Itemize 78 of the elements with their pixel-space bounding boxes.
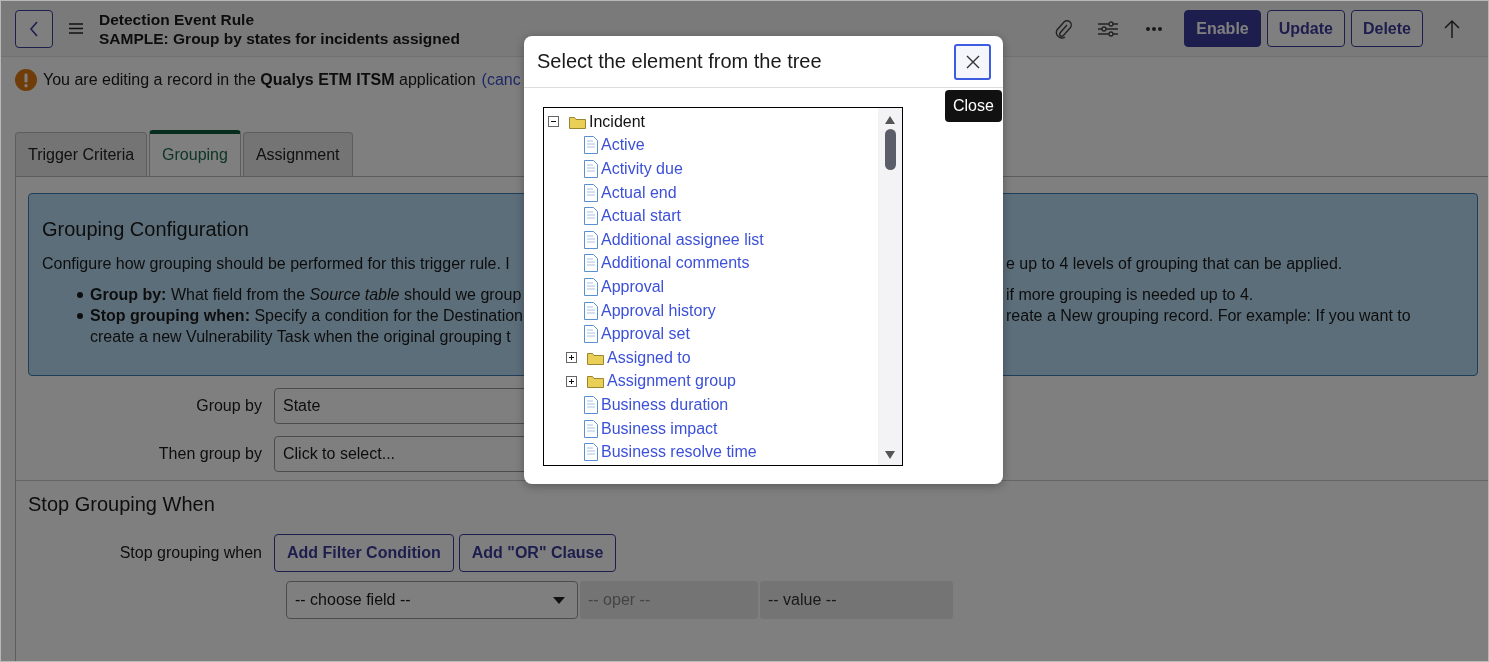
document-icon: [584, 183, 598, 202]
info-title: Grouping Configuration: [42, 218, 249, 241]
settings-sliders-icon[interactable]: [1098, 20, 1119, 37]
info-text: if more grouping is needed up to 4.: [1006, 286, 1254, 303]
folder-icon: [587, 374, 604, 389]
expander-icon[interactable]: [548, 116, 559, 128]
caret-icon: [553, 596, 565, 604]
record-title: SAMPLE: Group by states for incidents assigned: [99, 28, 460, 48]
tooltip: Close: [945, 90, 1002, 122]
document-icon: [584, 277, 598, 296]
tree-item[interactable]: Activity due: [601, 160, 683, 178]
tree-item[interactable]: Additional assignee list: [601, 230, 764, 249]
document-icon: [584, 325, 598, 344]
document-icon: [584, 419, 598, 438]
scrollbar-thumb[interactable]: [884, 129, 896, 170]
tree-item[interactable]: Additional comments: [601, 254, 750, 273]
tree-item[interactable]: Actual start: [601, 207, 682, 226]
tree-item[interactable]: Assigned to: [607, 348, 691, 367]
tree-item[interactable]: Business resolve time: [601, 443, 757, 462]
folder-icon: [587, 350, 604, 365]
header-action-button[interactable]: Delete: [1350, 10, 1423, 47]
info-text: Group by: What field from the Source table should we group: [90, 285, 522, 305]
info-text: create a new Vulnerability Task when the original grouping t: [90, 327, 511, 347]
tab[interactable]: Grouping: [149, 130, 241, 176]
tree-item[interactable]: Business duration: [601, 395, 729, 414]
expander-icon[interactable]: [566, 352, 577, 364]
document-icon: [584, 160, 598, 178]
expander-icon[interactable]: [566, 375, 577, 387]
arrow-up-icon[interactable]: [1444, 18, 1460, 39]
tree-item[interactable]: Actual end: [601, 183, 677, 202]
dialog-title: Select the element from the tree: [537, 50, 822, 73]
chevron-left-icon: [29, 20, 39, 37]
document-icon: [584, 230, 598, 249]
document-icon: [584, 395, 598, 414]
field-label: Stop grouping when: [118, 544, 263, 562]
tree-item[interactable]: Business impact: [601, 419, 718, 438]
field-label: Group by: [195, 397, 263, 415]
tree-item[interactable]: Approval: [601, 277, 665, 296]
field-label: Then group by: [157, 445, 263, 463]
notice-text: You are editing a record in the Qualys ETM ITSM application: [43, 71, 476, 89]
folder-icon: [569, 114, 586, 129]
field-select[interactable]: -- choose field --: [286, 581, 578, 619]
header-action-button[interactable]: Enable: [1184, 10, 1261, 47]
bullet: [77, 291, 83, 298]
document-icon: [584, 443, 598, 462]
tree-item[interactable]: Approval set: [601, 325, 690, 344]
cancel-link[interactable]: (canc: [481, 71, 521, 89]
disabled-select: -- value --: [760, 581, 953, 619]
menu-icon[interactable]: [69, 23, 83, 34]
info-text: e up to 4 levels of grouping that can be applied.: [1006, 255, 1343, 272]
paperclip-icon[interactable]: [1054, 18, 1073, 39]
filter-button[interactable]: Add "OR" Clause: [458, 534, 617, 572]
document-icon: [584, 136, 598, 155]
back-button[interactable]: [15, 9, 53, 48]
tree-item[interactable]: Assignment group: [607, 372, 736, 391]
close-button[interactable]: [954, 43, 991, 80]
info-text: Configure how grouping should be performed for this trigger rule. I: [42, 254, 510, 274]
scroll-down-icon[interactable]: [885, 451, 895, 459]
tree-item[interactable]: Incident: [589, 112, 646, 131]
section-title: Stop Grouping When: [28, 493, 216, 516]
record-type-title: Detection Event Rule: [99, 9, 256, 29]
document-icon: [584, 301, 598, 320]
document-icon: [584, 254, 598, 273]
warning-icon: [15, 69, 37, 91]
tree-item[interactable]: Active: [601, 136, 645, 155]
scroll-up-icon[interactable]: [885, 116, 895, 124]
document-icon: [584, 207, 598, 226]
more-icon[interactable]: [1146, 26, 1163, 31]
info-text: reate a New grouping record. For example: If you want to: [1006, 307, 1411, 324]
filter-button[interactable]: Add Filter Condition: [274, 534, 454, 572]
tab[interactable]: Assignment: [242, 132, 353, 176]
bullet: [77, 312, 83, 319]
scrollbar[interactable]: [878, 108, 902, 465]
tree-item[interactable]: Approval history: [601, 301, 716, 320]
header-action-button[interactable]: Update: [1266, 10, 1345, 47]
info-text: Stop grouping when: Specify a condition for the Destination: [90, 306, 523, 326]
tab[interactable]: Trigger Criteria: [15, 132, 148, 176]
close-icon: [965, 54, 980, 69]
